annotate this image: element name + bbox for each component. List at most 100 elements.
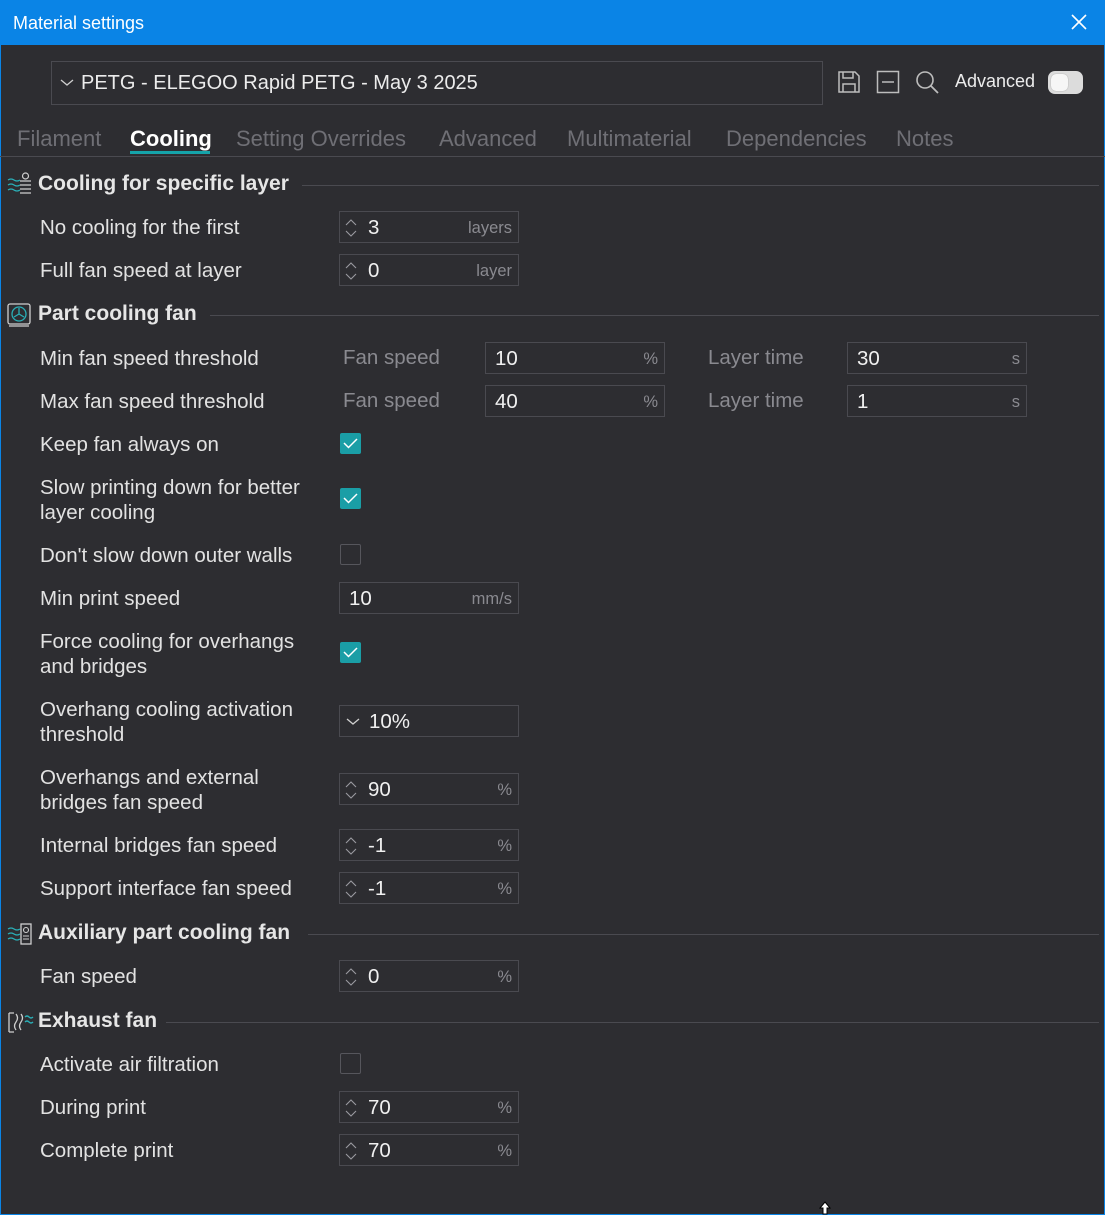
min-layer-time-input[interactable]: 30 s	[847, 342, 1027, 374]
overhang-threshold-label-line1: Overhang cooling activation	[40, 698, 293, 721]
support-interface-input[interactable]: -1 %	[339, 872, 519, 904]
spin-arrows-icon[interactable]	[345, 780, 357, 800]
min-fan-threshold-label: Min fan speed threshold	[40, 347, 259, 370]
window-title: Material settings	[13, 13, 145, 33]
field-unit: %	[497, 880, 512, 898]
spin-arrows-icon[interactable]	[345, 879, 357, 899]
checkmark-icon	[343, 438, 358, 449]
support-interface-label: Support interface fan speed	[40, 877, 292, 900]
close-icon[interactable]	[1069, 12, 1089, 32]
remove-preset-icon[interactable]	[875, 69, 901, 95]
force-cooling-label-line1: Force cooling for overhangs	[40, 630, 295, 653]
field-unit: layer	[476, 262, 512, 280]
save-icon[interactable]	[836, 69, 862, 95]
slow-down-checkbox[interactable]	[340, 488, 361, 509]
tab-setting-overrides[interactable]: Setting Overrides	[236, 126, 406, 152]
min-print-speed-label: Min print speed	[40, 587, 181, 610]
max-layer-time-sublabel: Layer time	[708, 389, 804, 412]
section-auxiliary-fan: Auxiliary part cooling fan	[6, 920, 1099, 948]
overhang-fan-input[interactable]: 90 %	[339, 773, 519, 805]
keep-fan-on-checkbox[interactable]	[340, 433, 361, 454]
section-title: Part cooling fan	[38, 302, 197, 325]
preset-name: PETG - ELEGOO Rapid PETG - May 3 2025	[81, 72, 478, 94]
section-title: Cooling for specific layer	[38, 172, 289, 195]
tab-cooling[interactable]: Cooling	[130, 126, 212, 152]
active-tab-indicator	[130, 151, 210, 154]
field-value: 0	[368, 965, 380, 988]
mouse-cursor-icon	[818, 1201, 832, 1215]
field-unit: %	[643, 393, 658, 411]
search-icon[interactable]	[914, 69, 940, 95]
field-value: 10	[349, 587, 372, 610]
force-cooling-checkbox[interactable]	[340, 642, 361, 663]
field-value: 40	[495, 390, 518, 413]
air-filtration-label: Activate air filtration	[40, 1053, 219, 1076]
max-layer-time-input[interactable]: 1 s	[847, 385, 1027, 417]
toggle-knob	[1051, 74, 1068, 91]
aux-fan-speed-input[interactable]: 0 %	[339, 960, 519, 992]
spin-arrows-icon[interactable]	[345, 836, 357, 856]
field-unit: mm/s	[471, 590, 512, 608]
advanced-mode-toggle[interactable]	[1048, 71, 1083, 94]
field-unit: %	[497, 837, 512, 855]
field-value: 10%	[369, 710, 411, 733]
air-filtration-checkbox[interactable]	[340, 1053, 361, 1074]
cooling-layer-icon	[7, 172, 31, 194]
max-fan-speed-input[interactable]: 40 %	[485, 385, 665, 417]
checkmark-icon	[343, 647, 358, 658]
tab-filament[interactable]: Filament	[17, 126, 101, 152]
title-bar: Material settings	[0, 0, 1105, 45]
section-divider	[166, 1022, 1099, 1023]
section-part-cooling-fan: Part cooling fan	[6, 301, 1099, 329]
dont-slow-outer-walls-label: Don't slow down outer walls	[40, 544, 293, 567]
section-divider	[210, 315, 1099, 316]
chevron-down-icon	[346, 718, 360, 725]
field-unit: %	[643, 350, 658, 368]
spin-arrows-icon[interactable]	[345, 1141, 357, 1161]
overhang-threshold-label-line2: threshold	[40, 723, 125, 746]
tab-dependencies[interactable]: Dependencies	[726, 126, 867, 152]
field-value: 30	[857, 347, 880, 370]
section-divider	[302, 185, 1099, 186]
tab-advanced[interactable]: Advanced	[439, 126, 537, 152]
field-value: 70	[368, 1096, 391, 1119]
overhang-fan-label-line2: bridges fan speed	[40, 791, 203, 814]
overhang-threshold-dropdown[interactable]: 10%	[339, 705, 519, 737]
slow-down-label-line2: layer cooling	[40, 501, 156, 524]
force-cooling-label-line2: and bridges	[40, 655, 148, 678]
min-fan-speed-input[interactable]: 10 %	[485, 342, 665, 374]
dont-slow-outer-walls-checkbox[interactable]	[340, 544, 361, 565]
overhang-fan-label-line1: Overhangs and external	[40, 766, 259, 789]
section-title: Auxiliary part cooling fan	[38, 921, 291, 944]
spin-arrows-icon[interactable]	[345, 218, 357, 238]
no-cooling-first-input[interactable]: 3 layers	[339, 211, 519, 243]
keep-fan-on-label: Keep fan always on	[40, 433, 219, 456]
field-value: 0	[368, 259, 380, 282]
spin-arrows-icon[interactable]	[345, 261, 357, 281]
section-cooling-specific-layer: Cooling for specific layer	[6, 171, 1099, 199]
full-fan-speed-input[interactable]: 0 layer	[339, 254, 519, 286]
complete-print-input[interactable]: 70 %	[339, 1134, 519, 1166]
field-unit: s	[1011, 350, 1020, 368]
internal-bridges-label: Internal bridges fan speed	[40, 834, 278, 857]
spin-arrows-icon[interactable]	[345, 1098, 357, 1118]
section-title: Exhaust fan	[38, 1009, 158, 1032]
spin-arrows-icon[interactable]	[345, 967, 357, 987]
during-print-label: During print	[40, 1096, 146, 1119]
min-print-speed-input[interactable]: 10 mm/s	[339, 582, 519, 614]
tab-multimaterial[interactable]: Multimaterial	[567, 126, 692, 152]
aux-fan-speed-label: Fan speed	[40, 965, 137, 988]
tab-notes[interactable]: Notes	[896, 126, 953, 152]
field-value: -1	[368, 834, 387, 857]
preset-dropdown[interactable]: PETG - ELEGOO Rapid PETG - May 3 2025	[51, 61, 823, 105]
complete-print-label: Complete print	[40, 1139, 174, 1162]
field-unit: s	[1011, 393, 1020, 411]
advanced-mode-label: Advanced	[955, 71, 1036, 91]
during-print-input[interactable]: 70 %	[339, 1091, 519, 1123]
section-exhaust-fan: Exhaust fan	[6, 1008, 1099, 1036]
internal-bridges-input[interactable]: -1 %	[339, 829, 519, 861]
field-unit: %	[497, 968, 512, 986]
field-value: 1	[857, 390, 869, 413]
field-unit: %	[497, 1142, 512, 1160]
no-cooling-first-label: No cooling for the first	[40, 216, 240, 239]
